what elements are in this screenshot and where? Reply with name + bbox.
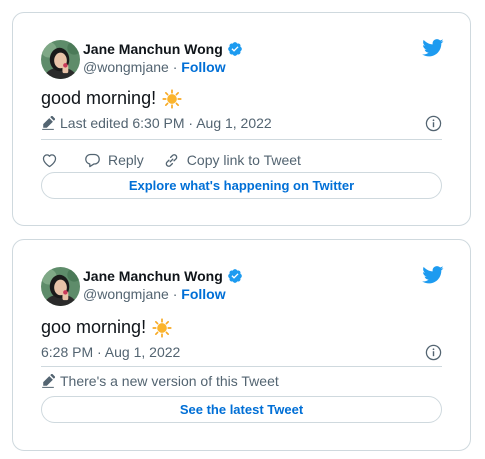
follow-button[interactable]: Follow (181, 59, 225, 75)
divider (41, 366, 442, 367)
sun-emoji-icon (162, 89, 182, 109)
reply-icon (84, 152, 101, 169)
handle-separator: · (172, 286, 178, 302)
copy-link-button[interactable]: Copy link to Tweet (163, 152, 301, 169)
timestamp-text[interactable]: 6:28 PM · Aug 1, 2022 (41, 344, 180, 360)
tweet-actions: Reply Copy link to Tweet (41, 149, 301, 171)
author-name-text[interactable]: Jane Manchun Wong (83, 41, 223, 57)
reply-button[interactable]: Reply (84, 152, 144, 169)
author-handle[interactable]: @wongmjane (83, 59, 169, 75)
heart-icon (41, 152, 58, 169)
verified-badge-icon (227, 41, 243, 57)
tweet-text: goo morning! (41, 317, 172, 338)
see-latest-tweet-button[interactable]: See the latest Tweet (41, 396, 442, 423)
tweet-text-content: good morning! (41, 88, 157, 108)
new-version-notice: There's a new version of this Tweet (41, 373, 279, 389)
tweet-text: good morning! (41, 88, 182, 109)
info-icon[interactable] (425, 344, 442, 361)
tweet-card-edited[interactable]: Jane Manchun Wong @wongmjane · Follow go… (12, 12, 471, 226)
new-version-text: There's a new version of this Tweet (60, 373, 279, 389)
author-avatar[interactable] (41, 40, 80, 79)
verified-badge-icon (227, 268, 243, 284)
author-name[interactable]: Jane Manchun Wong (83, 41, 243, 57)
author-name-text[interactable]: Jane Manchun Wong (83, 268, 223, 284)
author-handle-line: @wongmjane · Follow (83, 59, 226, 75)
divider (41, 139, 442, 140)
sun-emoji-icon (152, 318, 172, 338)
tweet-timestamp-edited[interactable]: Last edited 6:30 PM · Aug 1, 2022 (41, 115, 272, 131)
handle-separator: · (172, 59, 178, 75)
tweet-card-original[interactable]: Jane Manchun Wong @wongmjane · Follow go… (12, 239, 471, 451)
author-handle-line: @wongmjane · Follow (83, 286, 226, 302)
follow-button[interactable]: Follow (181, 286, 225, 302)
explore-twitter-button[interactable]: Explore what's happening on Twitter (41, 172, 442, 199)
copy-link-label: Copy link to Tweet (186, 152, 301, 168)
tweet-timestamp[interactable]: 6:28 PM · Aug 1, 2022 (41, 344, 180, 360)
author-handle[interactable]: @wongmjane (83, 286, 169, 302)
link-icon (163, 152, 180, 169)
pencil-icon (41, 116, 55, 130)
info-icon[interactable] (425, 115, 442, 132)
tweet-text-content: goo morning! (41, 317, 147, 337)
twitter-bird-icon[interactable] (422, 39, 444, 57)
author-name[interactable]: Jane Manchun Wong (83, 268, 243, 284)
timestamp-text[interactable]: Last edited 6:30 PM · Aug 1, 2022 (60, 115, 272, 131)
reply-label: Reply (108, 152, 144, 168)
like-button[interactable] (41, 152, 58, 169)
twitter-bird-icon[interactable] (422, 266, 444, 284)
author-avatar[interactable] (41, 267, 80, 306)
pencil-icon (41, 374, 55, 388)
